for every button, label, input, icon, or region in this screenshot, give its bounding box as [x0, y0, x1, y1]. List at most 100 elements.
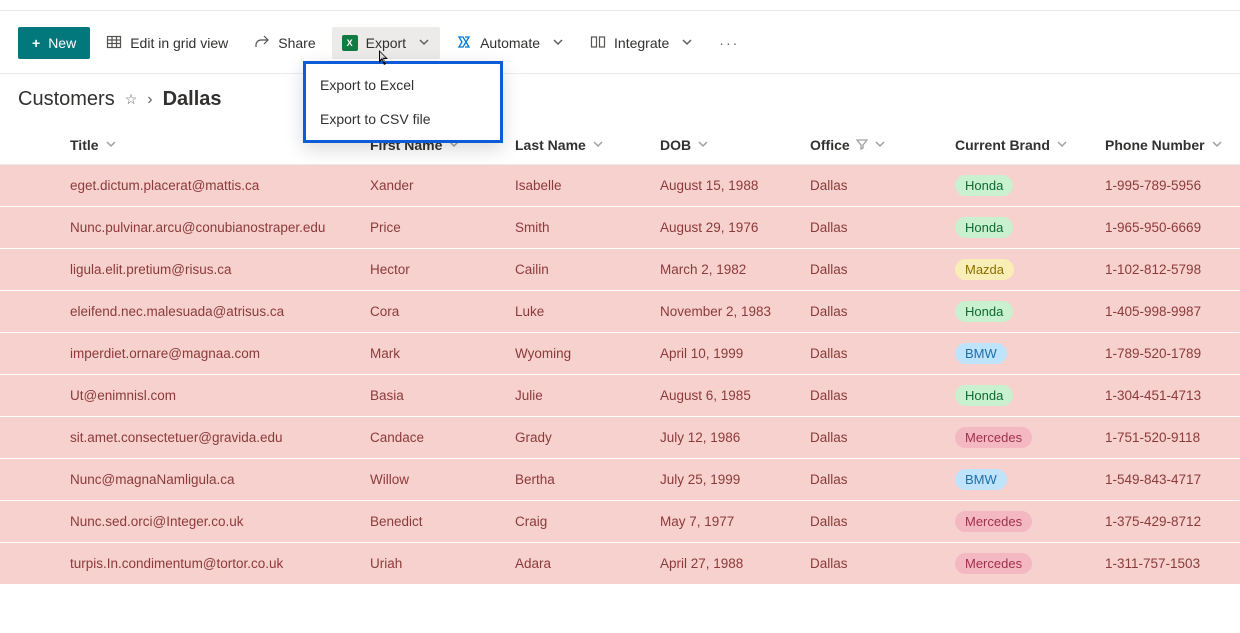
export-button[interactable]: X Export [332, 27, 440, 59]
cell-last-name: Luke [515, 304, 660, 319]
cell-phone: 1-549-843-4717 [1105, 472, 1240, 487]
breadcrumb: Customers ☆ › Dallas [0, 74, 1240, 119]
brand-pill: Honda [955, 385, 1013, 406]
cell-dob: August 6, 1985 [660, 388, 810, 403]
cell-first-name: Candace [370, 430, 515, 445]
brand-pill: Mercedes [955, 553, 1032, 574]
export-label: Export [366, 35, 406, 51]
cell-dob: July 12, 1986 [660, 430, 810, 445]
filter-icon [856, 137, 868, 153]
cell-brand: Honda [955, 217, 1105, 238]
more-button[interactable]: ··· [709, 27, 749, 59]
chevron-down-icon [418, 35, 430, 51]
column-header-label: Last Name [515, 137, 586, 153]
integrate-button[interactable]: Integrate [580, 27, 703, 59]
new-button-label: New [48, 35, 76, 51]
brand-pill: Mazda [955, 259, 1014, 280]
automate-button[interactable]: Automate [446, 27, 574, 59]
cell-last-name: Julie [515, 388, 660, 403]
excel-icon: X [342, 35, 358, 51]
toolbar: + New Edit in grid view Share X Export A… [0, 11, 1240, 74]
column-header-current-brand[interactable]: Current Brand [955, 137, 1105, 153]
cell-dob: April 10, 1999 [660, 346, 810, 361]
cell-phone: 1-375-429-8712 [1105, 514, 1240, 529]
chevron-down-icon [1056, 137, 1068, 153]
flow-icon [456, 34, 472, 53]
integrate-label: Integrate [614, 35, 669, 51]
cell-last-name: Wyoming [515, 346, 660, 361]
edit-label: Edit in grid view [130, 35, 228, 51]
cell-first-name: Willow [370, 472, 515, 487]
table-row[interactable]: turpis.In.condimentum@tortor.co.ukUriahA… [0, 543, 1240, 585]
column-header-last-name[interactable]: Last Name [515, 137, 660, 153]
cell-first-name: Benedict [370, 514, 515, 529]
column-header-label: Current Brand [955, 137, 1050, 153]
chevron-down-icon [681, 35, 693, 51]
cell-first-name: Cora [370, 304, 515, 319]
cell-dob: August 15, 1988 [660, 178, 810, 193]
cell-last-name: Isabelle [515, 178, 660, 193]
cell-dob: July 25, 1999 [660, 472, 810, 487]
plus-icon: + [32, 35, 40, 51]
chevron-down-icon [592, 137, 604, 153]
cell-title: sit.amet.consectetuer@gravida.edu [70, 430, 370, 445]
cell-last-name: Smith [515, 220, 660, 235]
table-row[interactable]: ligula.elit.pretium@risus.caHectorCailin… [0, 249, 1240, 291]
favorite-star-icon[interactable]: ☆ [125, 91, 138, 108]
cell-last-name: Grady [515, 430, 660, 445]
cell-brand: BMW [955, 343, 1105, 364]
cell-title: Ut@enimnisl.com [70, 388, 370, 403]
cell-phone: 1-995-789-5956 [1105, 178, 1240, 193]
table-row[interactable]: Ut@enimnisl.comBasiaJulieAugust 6, 1985D… [0, 375, 1240, 417]
table-row[interactable]: Nunc.sed.orci@Integer.co.ukBenedictCraig… [0, 501, 1240, 543]
column-header-label: Title [70, 137, 99, 153]
breadcrumb-root[interactable]: Customers [18, 88, 115, 111]
integrate-icon [590, 34, 606, 53]
cell-first-name: Basia [370, 388, 515, 403]
cell-office: Dallas [810, 304, 955, 319]
table-row[interactable]: Nunc.pulvinar.arcu@conubianostraper.eduP… [0, 207, 1240, 249]
chevron-down-icon [552, 35, 564, 51]
new-button[interactable]: + New [18, 27, 90, 59]
cell-phone: 1-965-950-6669 [1105, 220, 1240, 235]
brand-pill: Mercedes [955, 511, 1032, 532]
chevron-down-icon [105, 137, 117, 153]
export-to-csv-item[interactable]: Export to CSV file [306, 102, 500, 136]
cell-title: eget.dictum.placerat@mattis.ca [70, 178, 370, 193]
cell-office: Dallas [810, 472, 955, 487]
table-row[interactable]: Nunc@magnaNamligula.caWillowBerthaJuly 2… [0, 459, 1240, 501]
cell-first-name: Mark [370, 346, 515, 361]
column-header-dob[interactable]: DOB [660, 137, 810, 153]
chevron-down-icon [1211, 137, 1223, 153]
cell-brand: Mercedes [955, 553, 1105, 574]
brand-pill: Mercedes [955, 427, 1032, 448]
table-row[interactable]: sit.amet.consectetuer@gravida.eduCandace… [0, 417, 1240, 459]
brand-pill: Honda [955, 301, 1013, 322]
cell-title: Nunc@magnaNamligula.ca [70, 472, 370, 487]
export-to-excel-item[interactable]: Export to Excel [306, 68, 500, 102]
cell-office: Dallas [810, 514, 955, 529]
cell-office: Dallas [810, 556, 955, 571]
cell-title: imperdiet.ornare@magnaa.com [70, 346, 370, 361]
brand-pill: Honda [955, 217, 1013, 238]
cell-office: Dallas [810, 346, 955, 361]
cell-first-name: Uriah [370, 556, 515, 571]
grid-header-row: Title First Name Last Name DOB Office Cu… [0, 125, 1240, 165]
share-button[interactable]: Share [244, 27, 325, 59]
table-row[interactable]: eleifend.nec.malesuada@atrisus.caCoraLuk… [0, 291, 1240, 333]
edit-in-grid-button[interactable]: Edit in grid view [96, 27, 238, 59]
cell-office: Dallas [810, 220, 955, 235]
table-row[interactable]: imperdiet.ornare@magnaa.comMarkWyomingAp… [0, 333, 1240, 375]
cell-brand: Mercedes [955, 427, 1105, 448]
cell-first-name: Xander [370, 178, 515, 193]
column-header-office[interactable]: Office [810, 137, 955, 153]
share-icon [254, 34, 270, 53]
chevron-down-icon [874, 137, 886, 153]
ellipsis-icon: ··· [719, 35, 739, 51]
export-dropdown: Export to Excel Export to CSV file [303, 61, 503, 143]
cell-office: Dallas [810, 388, 955, 403]
table-row[interactable]: eget.dictum.placerat@mattis.caXanderIsab… [0, 165, 1240, 207]
grid-icon [106, 34, 122, 53]
cell-last-name: Cailin [515, 262, 660, 277]
column-header-phone[interactable]: Phone Number [1105, 137, 1240, 153]
